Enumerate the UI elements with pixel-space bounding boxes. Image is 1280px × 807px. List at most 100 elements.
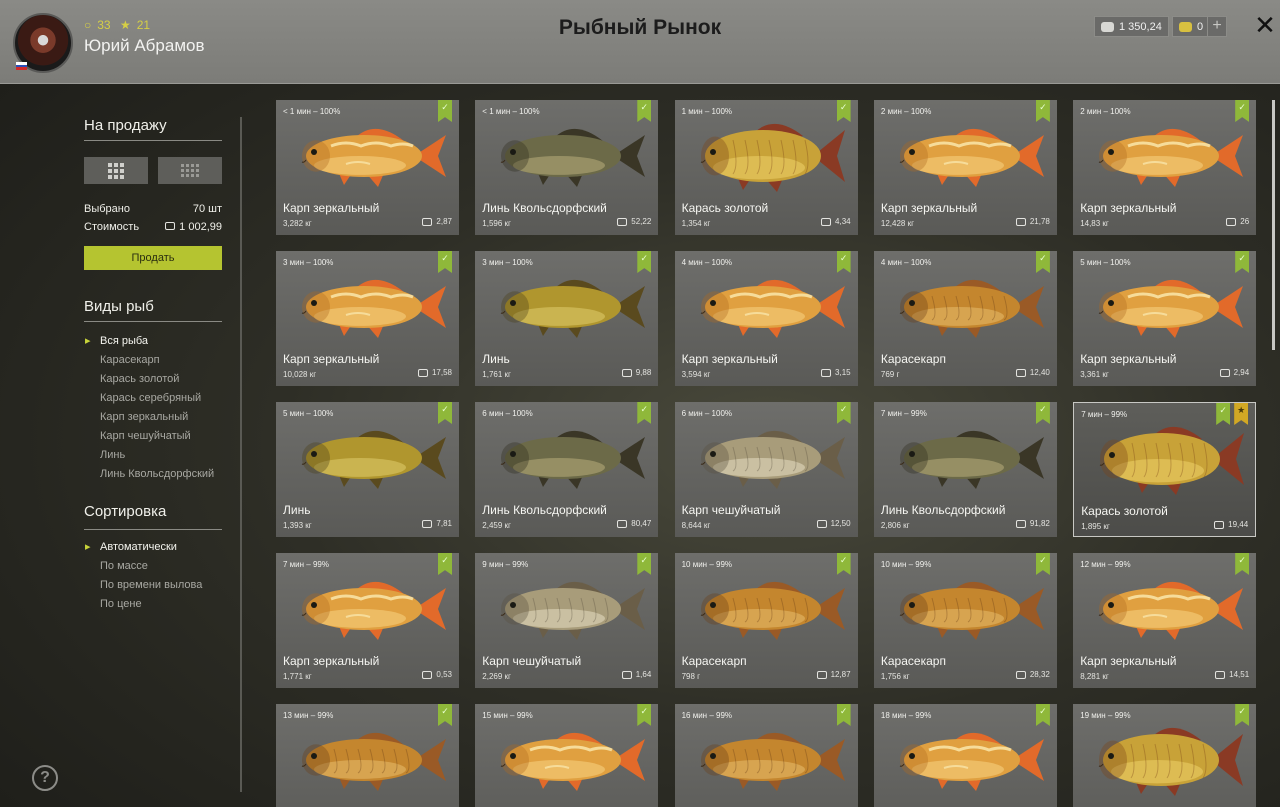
silver-coins-icon — [621, 670, 632, 679]
price-value: 1,64 — [635, 670, 652, 679]
species-filter-item[interactable]: Карась золотой — [100, 370, 214, 389]
price-value: 17,58 — [431, 368, 452, 377]
sort-option[interactable]: По времени вылова — [100, 576, 202, 595]
fish-card[interactable]: 6 мин – 100% ✓ Карп чешуйчатый 8,644 кг … — [674, 402, 858, 537]
fish-card[interactable]: 15 мин – 99% ✓ — [475, 704, 659, 807]
fish-card[interactable]: 9 мин – 99% ✓ Карп чешуйчатый 2,269 кг 1… — [475, 553, 659, 688]
sort-option[interactable]: Автоматически — [85, 538, 202, 557]
scrollbar[interactable] — [1272, 100, 1275, 350]
fish-card[interactable]: 7 мин – 99% ✓ ★ Карась золотой 1,895 кг … — [1073, 402, 1257, 537]
catch-time: 3 мин – 100% — [283, 258, 334, 267]
species-filter-item[interactable]: Вся рыба — [85, 332, 214, 351]
fish-name: Карп зеркальный — [283, 654, 380, 668]
fish-price: 1,64 — [621, 670, 652, 679]
catch-time: 3 мин – 100% — [482, 258, 533, 267]
species-filter-item[interactable]: Карп чешуйчатый — [100, 427, 214, 446]
fish-card[interactable]: 10 мин – 99% ✓ Карасекарп 1,756 кг 28,32 — [873, 553, 1057, 688]
fish-price: 12,50 — [816, 519, 851, 528]
silver-coins-icon — [1015, 519, 1026, 528]
fish-card[interactable]: 18 мин – 99% ✓ — [873, 704, 1057, 807]
fish-name: Карп зеркальный — [283, 201, 380, 215]
fish-price: 21,78 — [1015, 217, 1050, 226]
fish-card[interactable]: 7 мин – 99% ✓ Линь Квольсдорфский 2,806 … — [873, 402, 1057, 537]
fish-price: 28,32 — [1015, 670, 1050, 679]
fish-card[interactable]: 10 мин – 99% ✓ Карасекарп 798 г 12,87 — [674, 553, 858, 688]
species-filter-item[interactable]: Линь Квольсдорфский — [100, 465, 214, 484]
catch-time: 10 мин – 99% — [880, 560, 932, 569]
fish-weight: 3,282 кг — [283, 219, 312, 228]
fish-card[interactable]: 3 мин – 100% ✓ Карп зеркальный 10,028 кг… — [276, 251, 459, 386]
catch-time: < 1 мин – 100% — [482, 107, 540, 116]
fish-card[interactable]: 13 мин – 99% ✓ — [276, 704, 459, 807]
fish-price: 7,81 — [422, 519, 452, 528]
fish-name: Карп зеркальный — [1080, 654, 1177, 668]
fish-weight: 798 г — [681, 672, 701, 681]
species-filter-item[interactable]: Карась серебряный — [100, 389, 214, 408]
silver-coins-icon — [1015, 217, 1026, 226]
small-grid-view-button[interactable] — [158, 157, 222, 184]
fish-card[interactable]: 3 мин – 100% ✓ Линь 1,761 кг 9,88 — [475, 251, 659, 386]
silver-coins-icon — [1214, 520, 1225, 529]
fish-price: 52,22 — [617, 217, 651, 226]
fish-weight: 2,459 кг — [482, 521, 511, 530]
fish-weight: 1,895 кг — [1081, 522, 1110, 531]
close-button[interactable]: ✕ — [1253, 12, 1277, 38]
price-value: 21,78 — [1029, 217, 1050, 226]
sidebar: На продажу Выбрано 70 шт Стоимость 1 002… — [0, 85, 250, 807]
fish-name: Линь Квольсдорфский — [482, 503, 607, 517]
fish-card[interactable]: 5 мин – 100% ✓ Линь 1,393 кг 7,81 — [276, 402, 459, 537]
price-value: 19,44 — [1228, 520, 1249, 529]
catch-time: 19 мин – 99% — [1080, 711, 1131, 720]
fish-price: 17,58 — [417, 368, 452, 377]
species-filter-item[interactable]: Карасекарп — [100, 351, 214, 370]
fish-weight: 1,761 кг — [482, 370, 511, 379]
fish-price: 26 — [1226, 217, 1249, 226]
fish-card[interactable]: 16 мин – 99% ✓ — [674, 704, 858, 807]
silver-value: 1 350,24 — [1119, 20, 1162, 33]
silver-coins-icon — [821, 217, 832, 226]
help-button[interactable]: ? — [32, 765, 58, 791]
fish-card[interactable]: 7 мин – 99% ✓ Карп зеркальный 1,771 кг 0… — [276, 553, 459, 688]
fish-card[interactable]: 5 мин – 100% ✓ Карп зеркальный 3,361 кг … — [1073, 251, 1257, 386]
sell-button[interactable]: Продать — [84, 246, 222, 270]
fish-price: 0,53 — [422, 670, 452, 679]
silver-coins-icon — [165, 222, 176, 230]
price-value: 7,81 — [436, 519, 452, 528]
sidebar-divider — [240, 117, 242, 792]
fish-card[interactable]: 12 мин – 99% ✓ Карп зеркальный 8,281 кг … — [1073, 553, 1257, 688]
sort-option[interactable]: По массе — [100, 557, 202, 576]
sale-title: На продажу — [84, 117, 167, 134]
price-value: 12,87 — [830, 670, 851, 679]
fish-card[interactable]: 4 мин – 100% ✓ Карп зеркальный 3,594 кг … — [674, 251, 858, 386]
price-value: 52,22 — [631, 217, 652, 226]
fish-card[interactable]: 1 мин – 100% ✓ Карась золотой 1,354 кг 4… — [674, 100, 858, 235]
large-grid-view-button[interactable] — [84, 157, 148, 184]
species-filter-item[interactable]: Линь — [100, 446, 214, 465]
fish-card[interactable]: 6 мин – 100% ✓ Линь Квольсдорфский 2,459… — [475, 402, 659, 537]
divider — [84, 321, 222, 322]
sort-list: Автоматически По массе По времени вылова… — [85, 538, 202, 614]
fish-price: 19,44 — [1214, 520, 1248, 529]
catch-time: 13 мин – 99% — [283, 711, 334, 720]
sort-title: Сортировка — [84, 503, 167, 520]
catch-time: 18 мин – 99% — [880, 711, 932, 720]
fish-card[interactable]: < 1 мин – 100% ✓ Карп зеркальный 3,282 к… — [276, 100, 459, 235]
species-filter-item[interactable]: Карп зеркальный — [100, 408, 214, 427]
silver-coins-icon — [417, 368, 428, 377]
fish-card[interactable]: 2 мин – 100% ✓ Карп зеркальный 12,428 кг… — [873, 100, 1057, 235]
sort-option[interactable]: По цене — [100, 595, 202, 614]
gold-coins-icon — [1179, 21, 1192, 32]
fish-card[interactable]: 2 мин – 100% ✓ Карп зеркальный 14,83 кг … — [1073, 100, 1257, 235]
price-value: 0,53 — [436, 670, 452, 679]
fish-card[interactable]: < 1 мин – 100% ✓ Линь Квольсдорфский 1,5… — [475, 100, 659, 235]
catch-time: 5 мин – 100% — [1080, 258, 1131, 267]
buy-currency-button[interactable]: + — [1207, 16, 1227, 37]
fish-name: Карп чешуйчатый — [681, 503, 781, 517]
fish-weight: 769 г — [880, 370, 900, 379]
fish-card[interactable]: 19 мин – 99% ✓ — [1073, 704, 1257, 807]
russia-flag-icon — [16, 62, 27, 70]
catch-time: 4 мин – 100% — [681, 258, 733, 267]
fish-card[interactable]: 4 мин – 100% ✓ Карасекарп 769 г 12,40 — [873, 251, 1057, 386]
gold-value: 0 — [1197, 20, 1204, 33]
silver-coins-icon — [621, 368, 632, 377]
